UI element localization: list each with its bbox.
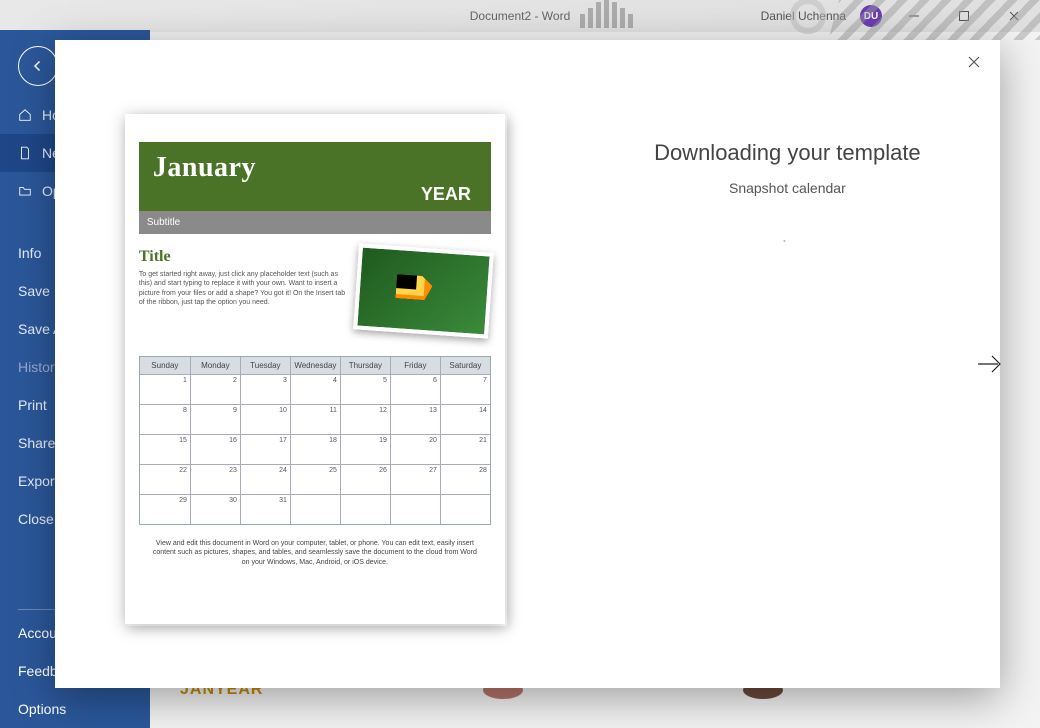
sidebar-item-label: Export (18, 473, 58, 489)
preview-subtitle: Subtitle (139, 211, 491, 234)
arrow-right-icon (970, 346, 1006, 382)
preview-photo (353, 243, 494, 338)
preview-body: To get started right away, just click an… (139, 270, 348, 308)
preview-year: YEAR (153, 184, 477, 205)
calendar-header-row: Sunday Monday Tuesday Wednesday Thursday… (140, 357, 490, 374)
info-pane: Downloading your template Snapshot calen… (575, 40, 1000, 688)
sidebar-item-label: Save (18, 283, 50, 299)
loading-dots: · (575, 230, 1000, 251)
back-button[interactable] (18, 46, 58, 86)
dialog-card: January YEAR Subtitle Title To get start… (55, 40, 1000, 688)
next-template-button[interactable] (970, 346, 1006, 382)
sidebar-item-label: Share (18, 435, 55, 451)
calendar-row: 1234567 (140, 374, 490, 404)
day-header: Thursday (340, 357, 390, 374)
preview-month: January (153, 152, 477, 184)
template-download-dialog: January YEAR Subtitle Title To get start… (55, 40, 1000, 688)
calendar-row: 293031 (140, 494, 490, 524)
back-arrow-icon (29, 57, 47, 75)
document-icon (18, 146, 32, 160)
day-header: Saturday (440, 357, 490, 374)
sidebar-item-label: Info (18, 245, 41, 261)
dialog-heading: Downloading your template (575, 140, 1000, 166)
decor-stripes (828, 0, 1040, 40)
preview-banner: January YEAR (139, 142, 491, 211)
document-title: Document2 - Word (470, 9, 570, 23)
sidebar-item-label: Print (18, 397, 47, 413)
decor-fan (580, 0, 633, 28)
sidebar-item-options[interactable]: Options (0, 690, 150, 728)
home-icon (18, 108, 32, 122)
day-header: Monday (190, 357, 240, 374)
template-preview: January YEAR Subtitle Title To get start… (125, 114, 505, 624)
day-header: Friday (390, 357, 440, 374)
preview-footer-text: View and edit this document in Word on y… (149, 539, 481, 567)
close-dialog-button[interactable] (964, 52, 984, 72)
title-bar: Document2 - Word Daniel Uchenna DU (0, 0, 1040, 32)
folder-icon (18, 184, 32, 198)
calendar-row: 22232425262728 (140, 464, 490, 494)
preview-calendar-grid: Sunday Monday Tuesday Wednesday Thursday… (139, 356, 491, 525)
sidebar-item-label: Close (18, 511, 54, 527)
preview-title-area: Title To get started right away, just cl… (139, 248, 491, 334)
calendar-row: 891011121314 (140, 404, 490, 434)
day-header: Wednesday (290, 357, 340, 374)
template-name: Snapshot calendar (575, 180, 1000, 196)
day-header: Sunday (140, 357, 190, 374)
preview-title: Title (139, 248, 348, 266)
calendar-row: 15161718192021 (140, 434, 490, 464)
sidebar-item-label: Options (18, 701, 66, 717)
day-header: Tuesday (240, 357, 290, 374)
close-icon (967, 55, 981, 69)
preview-pane: January YEAR Subtitle Title To get start… (55, 40, 575, 688)
